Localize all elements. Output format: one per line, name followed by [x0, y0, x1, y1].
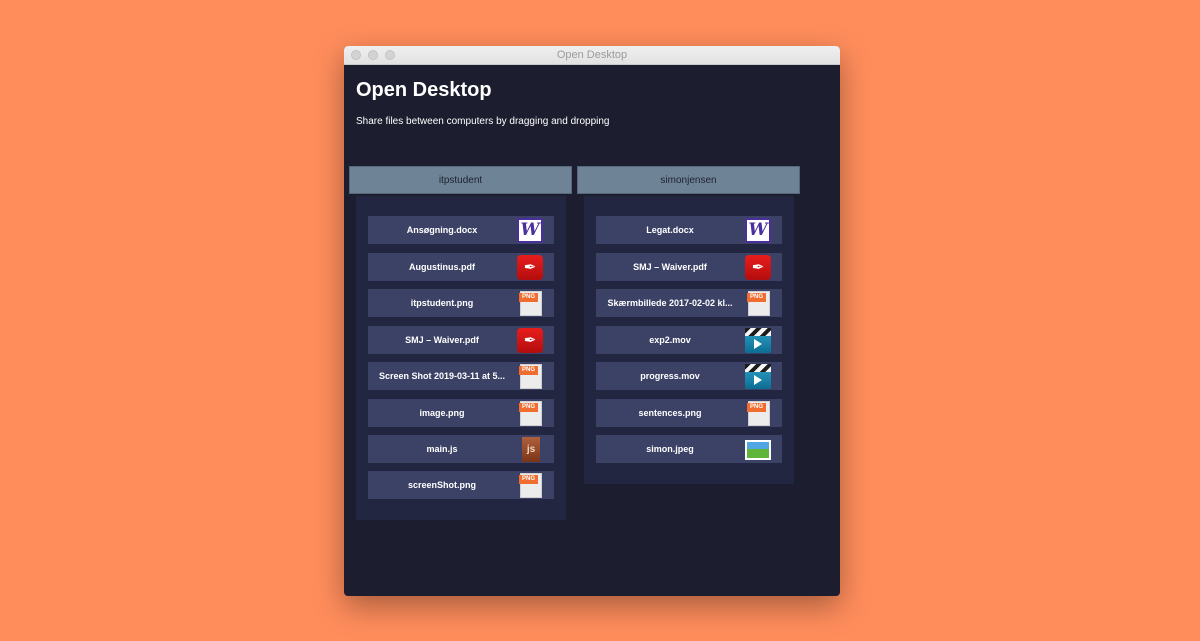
png-icon: PNG [519, 473, 542, 498]
file-name: progress.mov [640, 371, 700, 381]
file-item[interactable]: Augustinus.pdf ✒ [368, 253, 554, 281]
file-name: Screen Shot 2019-03-11 at 5... [378, 371, 506, 381]
file-item[interactable]: Ansøgning.docx W [368, 216, 554, 244]
file-name: screenShot.png [407, 480, 476, 490]
png-icon: PNG [519, 364, 542, 389]
title-bar[interactable]: Open Desktop [344, 46, 840, 65]
file-name: Ansøgning.docx [406, 225, 478, 235]
user-header-itpstudent[interactable]: itpstudent [349, 166, 572, 194]
png-icon: PNG [519, 401, 542, 426]
png-icon: PNG [747, 401, 770, 426]
file-item[interactable]: progress.mov [596, 362, 782, 390]
file-item[interactable]: itpstudent.png PNG [368, 289, 554, 317]
app-window: Open Desktop Open Desktop Share files be… [344, 46, 840, 596]
file-item[interactable]: image.png PNG [368, 399, 554, 427]
word-icon: W [517, 218, 543, 243]
file-name: itpstudent.png [410, 298, 474, 308]
close-window-button[interactable] [351, 50, 361, 60]
png-icon: PNG [747, 291, 770, 316]
file-name: SMJ – Waiver.pdf [633, 262, 707, 272]
file-item[interactable]: Screen Shot 2019-03-11 at 5... PNG [368, 362, 554, 390]
file-item[interactable]: simon.jpeg [596, 435, 782, 463]
file-name: exp2.mov [649, 335, 691, 345]
file-name: Skærmbillede 2017-02-02 kl... [607, 298, 733, 308]
pdf-icon: ✒ [517, 255, 543, 280]
png-icon: PNG [519, 291, 542, 316]
file-name: simon.jpeg [646, 444, 694, 454]
word-icon: W [745, 218, 771, 243]
file-name: Augustinus.pdf [409, 262, 475, 272]
zoom-window-button[interactable] [385, 50, 395, 60]
file-name: Legat.docx [646, 225, 694, 235]
window-controls [351, 50, 395, 60]
window-title: Open Desktop [556, 49, 628, 61]
pdf-icon: ✒ [517, 328, 543, 353]
file-name: sentences.png [638, 408, 702, 418]
file-name: main.js [426, 444, 458, 454]
movie-icon [745, 328, 771, 353]
page-title: Open Desktop [356, 79, 492, 101]
page-subtitle: Share files between computers by draggin… [356, 116, 610, 127]
file-item[interactable]: sentences.png PNG [596, 399, 782, 427]
file-item[interactable]: exp2.mov [596, 326, 782, 354]
js-icon: js [522, 437, 540, 462]
file-item[interactable]: screenShot.png PNG [368, 471, 554, 499]
file-name: SMJ – Waiver.pdf [405, 335, 479, 345]
user-header-simonjensen[interactable]: simonjensen [577, 166, 800, 194]
file-item[interactable]: SMJ – Waiver.pdf ✒ [368, 326, 554, 354]
jpeg-icon [745, 440, 771, 460]
pdf-icon: ✒ [745, 255, 771, 280]
file-item[interactable]: Skærmbillede 2017-02-02 kl... PNG [596, 289, 782, 317]
file-panel-itpstudent[interactable]: Ansøgning.docx W Augustinus.pdf ✒ itpstu… [356, 196, 566, 520]
movie-icon [745, 364, 771, 389]
file-item[interactable]: SMJ – Waiver.pdf ✒ [596, 253, 782, 281]
file-item[interactable]: main.js js [368, 435, 554, 463]
file-name: image.png [419, 408, 465, 418]
file-panel-simonjensen[interactable]: Legat.docx W SMJ – Waiver.pdf ✒ Skærmbil… [584, 196, 794, 484]
minimize-window-button[interactable] [368, 50, 378, 60]
file-item[interactable]: Legat.docx W [596, 216, 782, 244]
